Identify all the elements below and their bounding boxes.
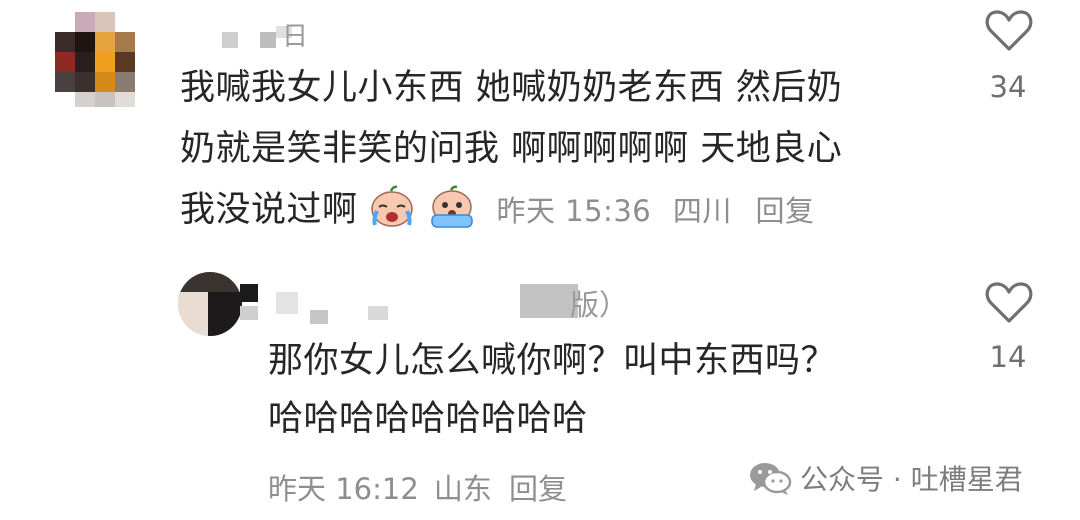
reply-author-name[interactable]: 版） bbox=[240, 280, 628, 326]
author-name-suffix: 日 bbox=[282, 22, 309, 52]
heart-icon bbox=[985, 10, 1033, 51]
reply-time: 昨天 16:12 bbox=[268, 472, 419, 506]
reply-like-count: 14 bbox=[989, 340, 1027, 374]
reply-meta: 昨天 16:12 山东 回复 bbox=[268, 466, 567, 508]
wechat-icon bbox=[750, 463, 792, 495]
watermark: 公众号 · 吐槽星君 bbox=[748, 458, 1023, 498]
sobbing-face-emoji bbox=[429, 185, 475, 229]
reply-text: 那你女儿怎么喊你啊？叫中东西吗？ 哈哈哈哈哈哈哈哈哈 bbox=[268, 332, 948, 448]
crying-face-emoji bbox=[369, 185, 415, 229]
reply-button[interactable]: 回复 bbox=[756, 194, 815, 228]
comment-line-with-meta: 我没说过啊 昨天 15:36 四川 回复 bbox=[180, 180, 940, 242]
author-name[interactable]: 日 bbox=[220, 16, 310, 52]
avatar[interactable] bbox=[48, 12, 148, 107]
comment-line: 我喊我女儿小东西 她喊奶奶老东西 然后奶 bbox=[180, 68, 843, 108]
like-button[interactable] bbox=[983, 8, 1035, 56]
comment-location: 四川 bbox=[672, 194, 732, 228]
comment-line: 我没说过啊 bbox=[180, 190, 358, 230]
comment-time: 昨天 15:36 bbox=[496, 194, 652, 228]
reply-like-button[interactable] bbox=[983, 280, 1035, 328]
like-count: 34 bbox=[989, 70, 1027, 104]
reply-line: 那你女儿怎么喊你啊？叫中东西吗？ bbox=[268, 341, 837, 381]
reply-author-suffix: 版） bbox=[570, 288, 629, 322]
watermark-text: 公众号 · 吐槽星君 bbox=[800, 463, 1023, 496]
reply-avatar[interactable] bbox=[178, 272, 242, 336]
heart-icon bbox=[985, 282, 1033, 323]
comment-text: 我喊我女儿小东西 她喊奶奶老东西 然后奶 奶就是笑非笑的问我 啊啊啊啊啊 天地良… bbox=[180, 58, 940, 242]
reply-line: 哈哈哈哈哈哈哈哈哈 bbox=[268, 399, 588, 439]
comment-line: 奶就是笑非笑的问我 啊啊啊啊啊 天地良心 bbox=[180, 129, 843, 169]
reply-reply-button[interactable]: 回复 bbox=[509, 472, 567, 506]
reply-location: 山东 bbox=[433, 472, 492, 506]
